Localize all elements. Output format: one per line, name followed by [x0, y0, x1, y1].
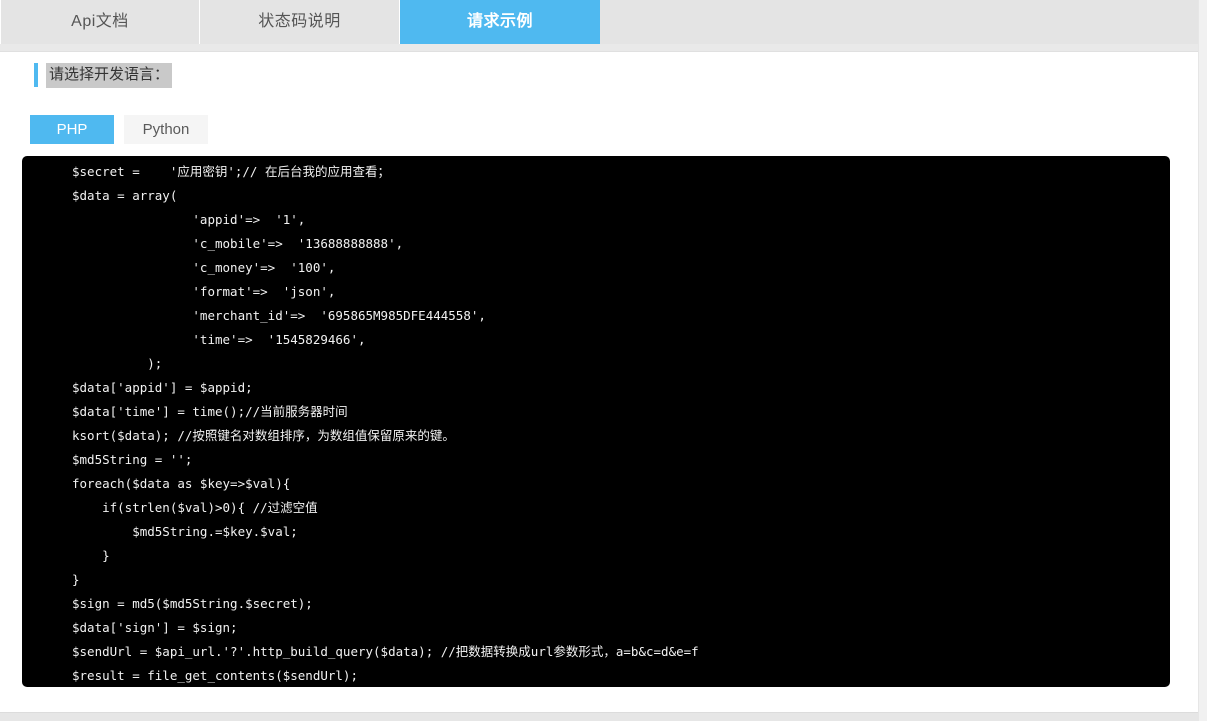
- code-line: foreach($data as $key=>$val){: [72, 476, 291, 491]
- code-line: 'time'=> '1545829466',: [72, 332, 366, 347]
- heading-accent-bar: [34, 63, 38, 87]
- code-sample-block[interactable]: $secret = '应用密钥';// 在后台我的应用查看； $data = ar…: [22, 156, 1170, 687]
- code-line: }: [72, 572, 80, 587]
- code-line: $result = file_get_contents($sendUrl);: [72, 668, 358, 683]
- code-line: 'format'=> 'json',: [72, 284, 336, 299]
- code-line: 'merchant_id'=> '695865M985DFE444558',: [72, 308, 486, 323]
- code-line: }: [72, 548, 110, 563]
- tab-request-example[interactable]: 请求示例: [400, 0, 600, 44]
- language-section-heading: 请选择开发语言：: [34, 62, 173, 88]
- code-line: $data['appid'] = $appid;: [72, 380, 253, 395]
- code-line: $data = array(: [72, 188, 178, 203]
- code-line: ksort($data); //按照键名对数组排序，为数组值保留原来的键。: [72, 428, 455, 443]
- code-line: $secret = '应用密钥';// 在后台我的应用查看；: [72, 164, 390, 179]
- code-line: 'c_money'=> '100',: [72, 260, 336, 275]
- code-line: if(strlen($val)>0){ //过滤空值: [72, 500, 318, 515]
- heading-label: 请选择开发语言：: [46, 62, 173, 88]
- code-line: $data['sign'] = $sign;: [72, 620, 238, 635]
- tab-bar: Api文档 状态码说明 请求示例: [0, 0, 1198, 44]
- language-selector: PHP Python: [30, 115, 208, 144]
- code-line: 'appid'=> '1',: [72, 212, 306, 227]
- tab-bar-underline-edge: [0, 51, 1198, 52]
- code-line: $md5String.=$key.$val;: [72, 524, 298, 539]
- code-line: $md5String = '';: [72, 452, 193, 467]
- language-button-python[interactable]: Python: [124, 115, 208, 144]
- code-line: $sendUrl = $api_url.'?'.http_build_query…: [72, 644, 699, 659]
- page-root: Api文档 状态码说明 请求示例 请选择开发语言： PHP Python $se…: [0, 0, 1198, 721]
- code-line: );: [72, 356, 163, 371]
- code-line: 'c_mobile'=> '13688888888',: [72, 236, 404, 251]
- tab-status-codes[interactable]: 状态码说明: [200, 0, 400, 44]
- code-lines: $secret = '应用密钥';// 在后台我的应用查看； $data = ar…: [22, 160, 1170, 687]
- footer-strip: [0, 712, 1198, 721]
- code-line: $sign = md5($md5String.$secret);: [72, 596, 313, 611]
- tab-api-doc[interactable]: Api文档: [0, 0, 200, 44]
- language-button-php[interactable]: PHP: [30, 115, 114, 144]
- code-line: $data['time'] = time();//当前服务器时间: [72, 404, 348, 419]
- page-scrollbar[interactable]: [1198, 0, 1207, 721]
